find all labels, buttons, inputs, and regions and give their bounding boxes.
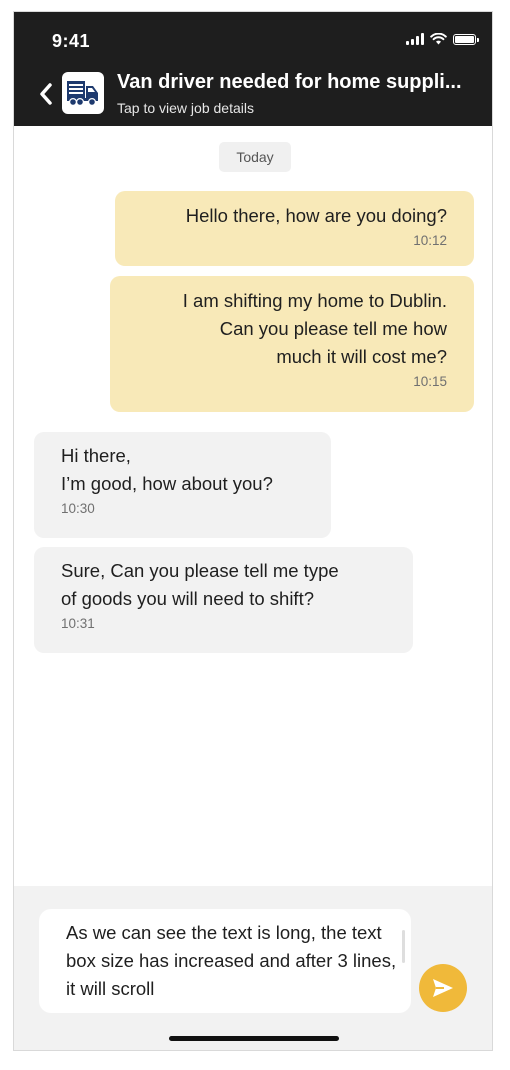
status-time: 9:41 xyxy=(52,31,91,51)
wifi-icon xyxy=(430,33,447,45)
job-thumbnail[interactable] xyxy=(62,72,104,114)
message-text: I am shifting my home to Dublin. Can you… xyxy=(182,290,447,367)
send-icon xyxy=(433,979,453,997)
message-bubble-outgoing[interactable]: Hello there, how are you doing? 10:12 xyxy=(115,191,474,266)
message-text: Hi there, I’m good, how about you? xyxy=(61,445,273,494)
message-input[interactable]: As we can see the text is long, the text… xyxy=(39,909,411,1013)
message-time: 10:15 xyxy=(413,374,447,389)
message-time: 10:12 xyxy=(413,233,447,248)
message-bubble-incoming[interactable]: Sure, Can you please tell me type of goo… xyxy=(34,547,413,653)
message-time: 10:30 xyxy=(61,501,95,516)
back-button[interactable] xyxy=(34,78,58,110)
send-button[interactable] xyxy=(419,964,467,1012)
input-scrollbar[interactable] xyxy=(402,930,405,963)
battery-icon xyxy=(453,34,479,45)
job-details-link[interactable]: Tap to view job details xyxy=(117,100,254,116)
truck-icon xyxy=(67,81,98,107)
message-composer: As we can see the text is long, the text… xyxy=(14,886,492,1050)
job-title[interactable]: Van driver needed for home suppli... xyxy=(117,71,477,94)
home-indicator xyxy=(169,1036,339,1041)
phone-screen: 9:41 Van driver needed for home suppli..… xyxy=(13,11,493,1051)
message-text: Sure, Can you please tell me type of goo… xyxy=(61,560,339,609)
message-bubble-outgoing[interactable]: I am shifting my home to Dublin. Can you… xyxy=(110,276,474,412)
message-bubble-incoming[interactable]: Hi there, I’m good, how about you? 10:30 xyxy=(34,432,331,538)
date-separator: Today xyxy=(219,142,291,172)
message-text: Hello there, how are you doing? xyxy=(185,205,447,226)
chat-header: 9:41 Van driver needed for home suppli..… xyxy=(14,12,492,126)
status-icons xyxy=(406,33,479,45)
chevron-left-icon xyxy=(40,83,52,105)
message-time: 10:31 xyxy=(61,616,95,631)
signal-icon xyxy=(406,33,424,45)
